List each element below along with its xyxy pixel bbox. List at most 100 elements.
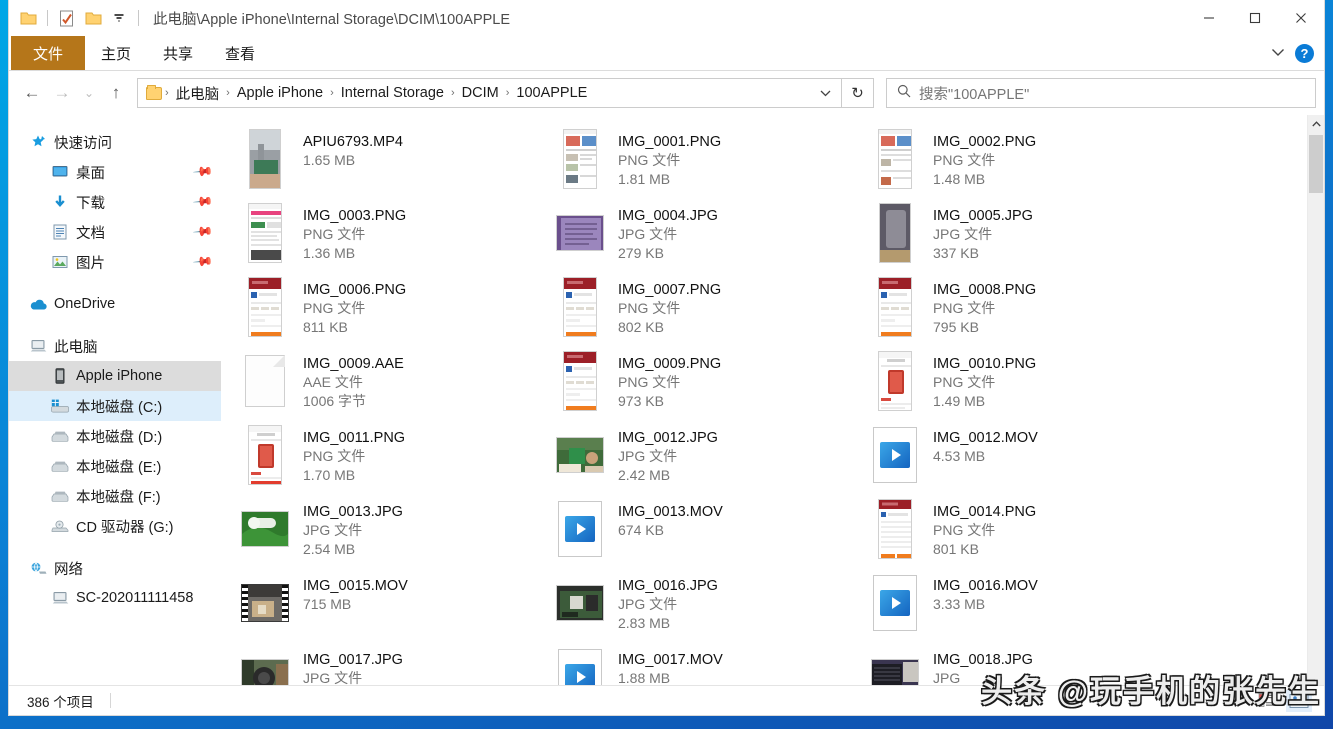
sidebar-item-apple-iphone[interactable]: Apple iPhone [9,361,221,391]
scrollbar-thumb[interactable] [1309,135,1323,193]
minimize-button[interactable] [1186,0,1232,36]
file-thumbnail [556,571,604,635]
file-tile[interactable]: IMG_0006.PNG PNG 文件 811 KB [235,273,550,347]
pin-icon[interactable]: 📌 [192,221,215,244]
sidebar-item-documents[interactable]: 文档 📌 [9,217,221,247]
file-tile[interactable]: IMG_0017.JPG JPG 文件 [235,643,550,685]
close-button[interactable] [1278,0,1324,36]
file-tile[interactable]: IMG_0013.MOV 674 KB [550,495,865,569]
back-button[interactable]: ← [17,78,47,108]
sidebar-label: 图片 [76,252,105,273]
file-name: IMG_0010.PNG [933,355,1036,373]
file-type: PNG 文件 [933,151,1036,170]
file-type: PNG 文件 [933,521,1036,540]
file-name: IMG_0004.JPG [618,207,718,225]
maximize-button[interactable] [1232,0,1278,36]
sidebar-item-local-disk-f[interactable]: 本地磁盘 (F:) [9,481,221,511]
file-tile[interactable]: IMG_0001.PNG PNG 文件 1.81 MB [550,125,865,199]
qat-dropdown-icon[interactable] [106,5,132,31]
up-button[interactable]: ↑ [101,78,131,108]
qat-folder-icon[interactable] [15,5,41,31]
search-box[interactable]: 搜索"100APPLE" [886,78,1316,108]
file-tile[interactable]: IMG_0009.AAE AAE 文件 1006 字节 [235,347,550,421]
sidebar-item-this-pc[interactable]: 此电脑 [9,331,221,361]
file-tile[interactable]: IMG_0005.JPG JPG 文件 337 KB [865,199,1180,273]
breadcrumb-item-this-pc[interactable]: 此电脑 [172,83,224,104]
tab-home[interactable]: 主页 [85,36,147,70]
recent-locations-button[interactable]: ⌄ [77,78,101,108]
file-info: IMG_0017.JPG JPG 文件 [303,645,403,685]
tab-view[interactable]: 查看 [209,36,271,70]
file-type: PNG 文件 [303,299,406,318]
navigation-pane[interactable]: 快速访问 桌面 📌 下载 📌 [9,115,221,685]
tab-share[interactable]: 共享 [147,36,209,70]
file-tile[interactable]: IMG_0011.PNG PNG 文件 1.70 MB [235,421,550,495]
sidebar-item-network-computer[interactable]: SC-202011111458 [9,583,221,613]
file-thumbnail [241,571,289,635]
sidebar-item-desktop[interactable]: 桌面 📌 [9,157,221,187]
file-info: IMG_0012.MOV 4.53 MB [933,423,1038,466]
vertical-scrollbar[interactable] [1307,115,1324,685]
file-tile[interactable]: IMG_0008.PNG PNG 文件 795 KB [865,273,1180,347]
breadcrumb-dropdown-icon[interactable] [813,80,837,106]
sidebar-group-quick-access[interactable]: 快速访问 [9,127,221,157]
search-input[interactable]: 搜索"100APPLE" [919,83,1029,104]
tab-file[interactable]: 文件 [11,36,85,70]
breadcrumb-item-apple-iphone[interactable]: Apple iPhone [233,85,327,101]
file-tile[interactable]: IMG_0013.JPG JPG 文件 2.54 MB [235,495,550,569]
refresh-button[interactable]: ↻ [842,78,874,108]
sidebar-label: 快速访问 [54,132,112,153]
sidebar-item-pictures[interactable]: 图片 📌 [9,247,221,277]
sidebar-item-cd-drive-g[interactable]: CD 驱动器 (G:) [9,511,221,541]
help-icon[interactable]: ? [1295,44,1314,63]
qat-new-folder-icon[interactable] [80,5,106,31]
file-name: IMG_0015.MOV [303,577,408,595]
file-tile[interactable]: IMG_0007.PNG PNG 文件 802 KB [550,273,865,347]
file-thumbnail [241,349,289,413]
sidebar-item-local-disk-d[interactable]: 本地磁盘 (D:) [9,421,221,451]
sidebar-label: Apple iPhone [76,368,162,384]
pin-icon[interactable]: 📌 [192,191,215,214]
sidebar-item-onedrive[interactable]: OneDrive [9,289,221,319]
file-tile[interactable]: IMG_0017.MOV 1.88 MB [550,643,865,685]
breadcrumb-item-internal-storage[interactable]: Internal Storage [337,85,448,101]
file-tile[interactable]: IMG_0010.PNG PNG 文件 1.49 MB [865,347,1180,421]
screenshot-news-thumb [563,129,597,189]
file-tile[interactable]: IMG_0014.PNG PNG 文件 801 KB [865,495,1180,569]
file-tile[interactable]: IMG_0012.JPG JPG 文件 2.42 MB [550,421,865,495]
sidebar-item-local-disk-c[interactable]: 本地磁盘 (C:) [9,391,221,421]
sidebar-item-downloads[interactable]: 下载 📌 [9,187,221,217]
film-strip-thumb [241,584,289,622]
collapse-ribbon-icon[interactable] [1271,44,1285,62]
scroll-up-arrow[interactable] [1308,115,1324,132]
file-tile[interactable]: IMG_0012.MOV 4.53 MB [865,421,1180,495]
file-tile[interactable]: APIU6793.MP4 1.65 MB [235,125,550,199]
details-view-button[interactable] [1254,690,1280,712]
file-name: APIU6793.MP4 [303,133,403,151]
sidebar-item-local-disk-e[interactable]: 本地磁盘 (E:) [9,451,221,481]
file-tile[interactable]: IMG_0016.JPG JPG 文件 2.83 MB [550,569,865,643]
file-tile[interactable]: IMG_0002.PNG PNG 文件 1.48 MB [865,125,1180,199]
file-tile[interactable]: IMG_0004.JPG JPG 文件 279 KB [550,199,865,273]
breadcrumb-bar[interactable]: › 此电脑 › Apple iPhone › Internal Storage … [137,78,842,108]
pin-icon[interactable]: 📌 [192,161,215,184]
computer-icon [51,589,69,607]
file-size: 674 KB [618,521,723,540]
file-tile[interactable]: IMG_0003.PNG PNG 文件 1.36 MB [235,199,550,273]
large-icons-view-button[interactable] [1286,690,1312,712]
sidebar-item-network[interactable]: 网络 [9,553,221,583]
file-tile[interactable]: IMG_0015.MOV 715 MB [235,569,550,643]
qat-properties-icon[interactable] [54,5,80,31]
breadcrumb-separator: › [503,87,513,99]
breadcrumb-item-100apple[interactable]: 100APPLE [512,85,591,101]
file-type: PNG 文件 [303,447,405,466]
forward-button[interactable]: → [47,78,77,108]
file-list-pane[interactable]: APIU6793.MP4 1.65 MB [221,115,1307,685]
breadcrumb-item-dcim[interactable]: DCIM [458,85,503,101]
file-tile[interactable]: IMG_0009.PNG PNG 文件 973 KB [550,347,865,421]
pin-icon[interactable]: 📌 [192,251,215,274]
network-icon [29,559,47,577]
file-tile[interactable]: IMG_0018.JPG JPG [865,643,1180,685]
drive-icon [51,457,69,475]
file-tile[interactable]: IMG_0016.MOV 3.33 MB [865,569,1180,643]
